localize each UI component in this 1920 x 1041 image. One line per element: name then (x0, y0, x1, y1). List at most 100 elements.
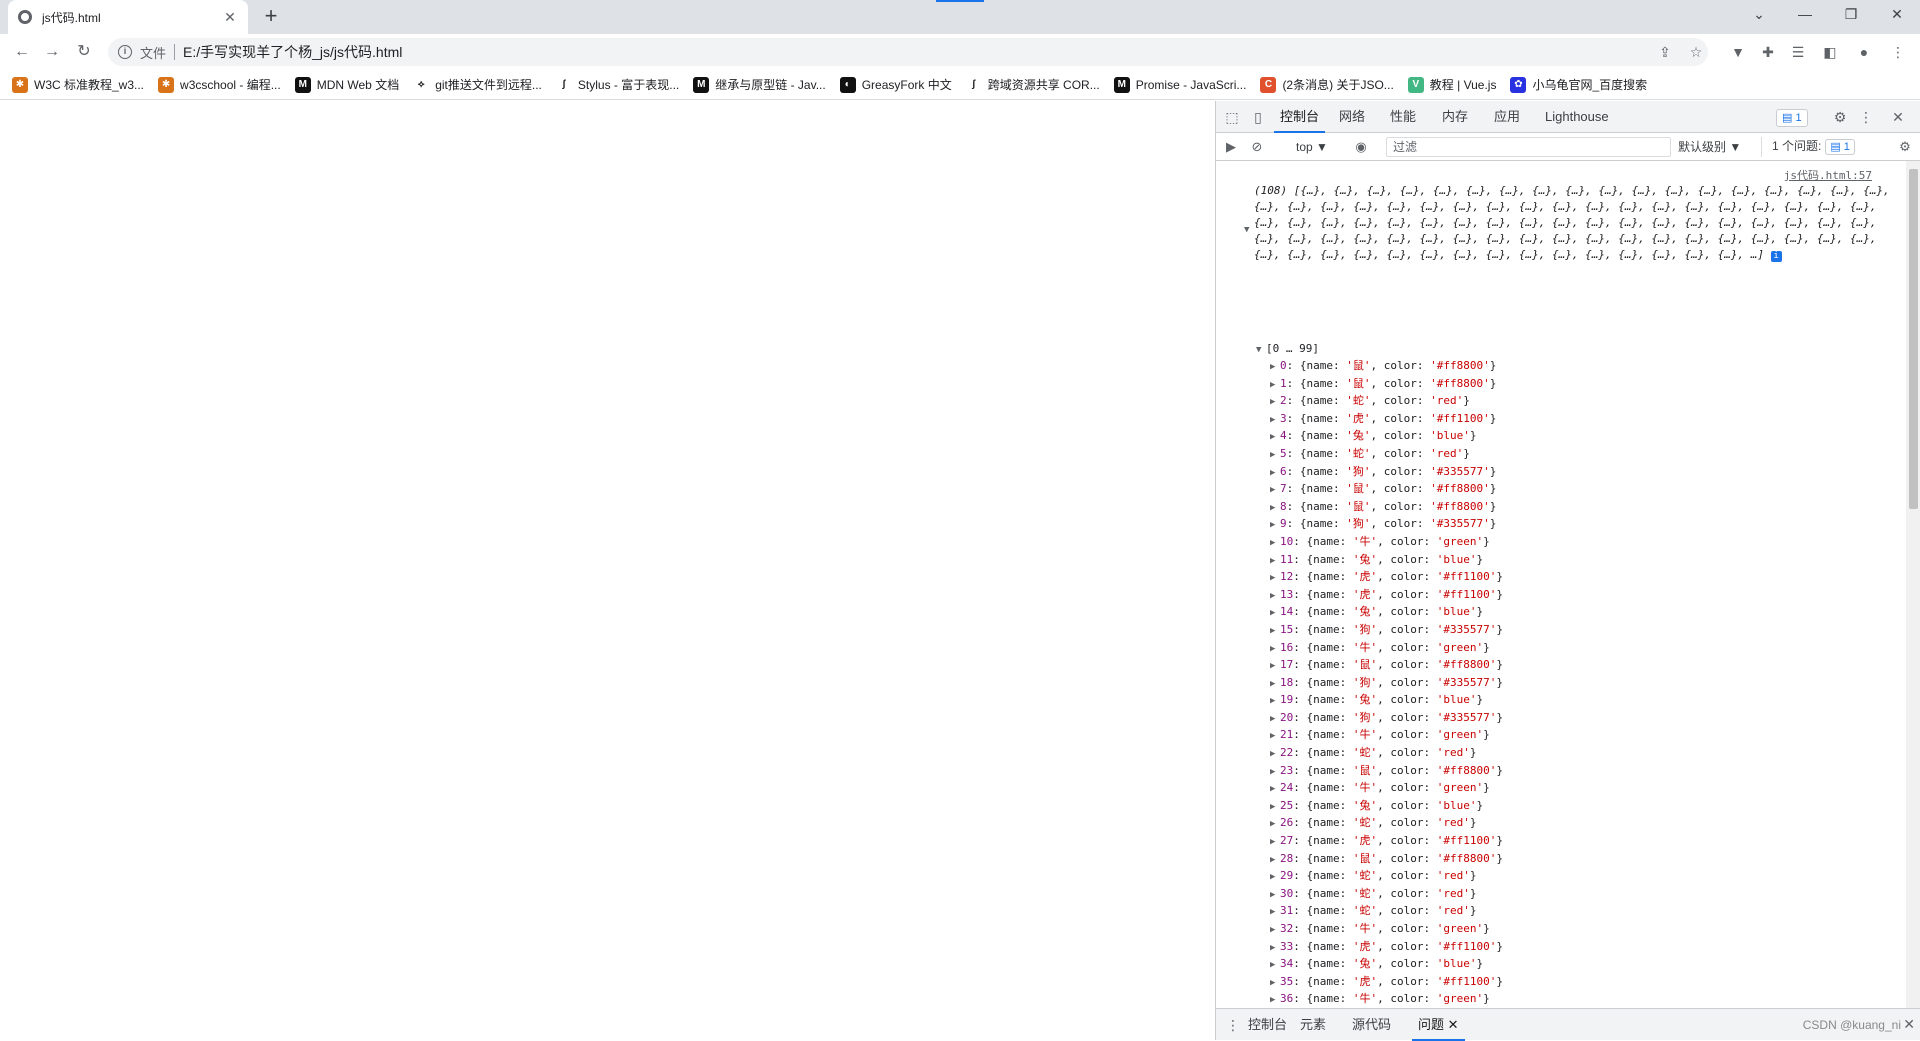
console-settings-gear-icon[interactable]: ⚙ (1896, 138, 1914, 156)
array-item-row[interactable]: ▶24: {name: '牛', color: 'green'} (1270, 779, 1503, 797)
bookmark-item[interactable]: MPromise - JavaScri... (1114, 77, 1247, 93)
new-tab-button[interactable]: + (258, 4, 284, 30)
issues-counter[interactable]: 1 个问题:▤ 1 (1761, 137, 1855, 157)
drawer-menu-icon[interactable]: ⋮ (1226, 1017, 1240, 1034)
bookmark-star-icon[interactable]: ☆ (1686, 42, 1706, 62)
bookmark-item[interactable]: M继承与原型链 - Jav... (693, 76, 825, 93)
log-level-select[interactable]: 默认级别 ▼ (1678, 137, 1741, 157)
profile-avatar-icon[interactable]: ● (1854, 42, 1874, 62)
bookmark-item[interactable]: ◐GreasyFork 中文 (840, 76, 952, 93)
array-item-row[interactable]: ▶12: {name: '虎', color: '#ff1100'} (1270, 568, 1503, 586)
array-item-row[interactable]: ▶34: {name: '兔', color: 'blue'} (1270, 955, 1503, 973)
array-item-row[interactable]: ▶29: {name: '蛇', color: 'red'} (1270, 867, 1503, 885)
bookmark-item[interactable]: ✿小乌龟官网_百度搜索 (1510, 76, 1647, 93)
tab-lighthouse[interactable]: Lighthouse (1539, 101, 1615, 133)
tab-performance[interactable]: 性能 (1384, 101, 1422, 133)
filter-input[interactable]: 过滤 (1386, 137, 1671, 157)
tab-memory[interactable]: 内存 (1436, 101, 1474, 133)
array-range-group[interactable]: ▼[0 … 99] (1256, 341, 1319, 358)
issues-badge[interactable]: ▤ 1 (1776, 109, 1808, 127)
browser-tab[interactable]: js代码.html ✕ (8, 0, 248, 34)
array-item-row[interactable]: ▶5: {name: '蛇', color: 'red'} (1270, 445, 1503, 463)
array-item-row[interactable]: ▶7: {name: '鼠', color: '#ff8800'} (1270, 480, 1503, 498)
tab-application[interactable]: 应用 (1488, 101, 1526, 133)
array-item-row[interactable]: ▶25: {name: '兔', color: 'blue'} (1270, 797, 1503, 815)
tab-search-icon[interactable]: ⌄ (1736, 0, 1782, 28)
drawer-close-icon[interactable]: ✕ (1903, 1016, 1915, 1033)
device-toolbar-icon[interactable]: ▯ (1248, 107, 1268, 127)
side-panel-icon[interactable]: ◧ (1820, 42, 1840, 62)
vue-devtools-icon[interactable]: ▼ (1728, 42, 1748, 62)
bookmark-item[interactable]: ʃStylus - 富于表现... (556, 76, 679, 93)
array-item-row[interactable]: ▶0: {name: '鼠', color: '#ff8800'} (1270, 357, 1503, 375)
array-item-row[interactable]: ▶30: {name: '蛇', color: 'red'} (1270, 885, 1503, 903)
tab-console[interactable]: 控制台 (1274, 101, 1325, 133)
drawer-tab-console[interactable]: 控制台 (1242, 1009, 1293, 1041)
array-item-row[interactable]: ▶32: {name: '牛', color: 'green'} (1270, 920, 1503, 938)
array-item-row[interactable]: ▶22: {name: '蛇', color: 'red'} (1270, 744, 1503, 762)
share-icon[interactable]: ⇪ (1655, 42, 1675, 62)
bookmark-item[interactable]: ✱W3C 标准教程_w3... (12, 76, 144, 93)
reading-list-icon[interactable]: ☰ (1788, 42, 1808, 62)
array-item-row[interactable]: ▶20: {name: '狗', color: '#335577'} (1270, 709, 1503, 727)
array-item-row[interactable]: ▶23: {name: '鼠', color: '#ff8800'} (1270, 762, 1503, 780)
forward-icon[interactable]: → (40, 40, 64, 64)
url-text[interactable]: E:/手写实现羊了个杨_js/js代码.html (183, 42, 402, 62)
array-item-row[interactable]: ▶35: {name: '虎', color: '#ff1100'} (1270, 973, 1503, 991)
array-item-row[interactable]: ▶3: {name: '虎', color: '#ff1100'} (1270, 410, 1503, 428)
array-item-row[interactable]: ▶1: {name: '鼠', color: '#ff8800'} (1270, 375, 1503, 393)
restore-button[interactable]: ❐ (1828, 0, 1874, 28)
context-select[interactable]: top ▼ (1292, 137, 1332, 157)
array-item-row[interactable]: ▶31: {name: '蛇', color: 'red'} (1270, 902, 1503, 920)
array-item-row[interactable]: ▶18: {name: '狗', color: '#335577'} (1270, 674, 1503, 692)
drawer-tab-sources[interactable]: 源代码 (1346, 1009, 1397, 1041)
array-item-row[interactable]: ▶10: {name: '牛', color: 'green'} (1270, 533, 1503, 551)
menu-icon[interactable]: ⋮ (1888, 42, 1908, 62)
array-item-row[interactable]: ▶33: {name: '虎', color: '#ff1100'} (1270, 938, 1503, 956)
bookmark-item[interactable]: ⟡git推送文件到远程... (413, 76, 542, 93)
settings-gear-icon[interactable]: ⚙ (1830, 107, 1850, 127)
array-item-row[interactable]: ▶19: {name: '兔', color: 'blue'} (1270, 691, 1503, 709)
console-scrollbar[interactable] (1906, 161, 1920, 1008)
devtools-menu-icon[interactable]: ⋮ (1856, 107, 1876, 127)
array-item-row[interactable]: ▶4: {name: '兔', color: 'blue'} (1270, 427, 1503, 445)
sidebar-toggle-icon[interactable]: ▶ (1222, 138, 1240, 156)
array-item-row[interactable]: ▶27: {name: '虎', color: '#ff1100'} (1270, 832, 1503, 850)
drawer-tab-issues[interactable]: 问题 ✕ (1412, 1009, 1465, 1041)
extensions-icon[interactable]: ✚ (1758, 42, 1778, 62)
devtools-close-icon[interactable]: ✕ (1888, 107, 1908, 127)
reload-icon[interactable]: ↻ (72, 40, 96, 64)
close-window-button[interactable]: ✕ (1874, 0, 1920, 28)
array-item-row[interactable]: ▶28: {name: '鼠', color: '#ff8800'} (1270, 850, 1503, 868)
live-expression-eye-icon[interactable]: ◉ (1352, 138, 1370, 156)
array-item-row[interactable]: ▶14: {name: '兔', color: 'blue'} (1270, 603, 1503, 621)
bookmark-item[interactable]: ʃ跨域资源共享 COR... (966, 76, 1100, 93)
minimize-button[interactable]: — (1782, 0, 1828, 28)
array-item-row[interactable]: ▶21: {name: '牛', color: 'green'} (1270, 726, 1503, 744)
scrollbar-thumb[interactable] (1909, 169, 1918, 509)
array-item-row[interactable]: ▶26: {name: '蛇', color: 'red'} (1270, 814, 1503, 832)
bookmark-item[interactable]: C(2条消息) 关于JSO... (1260, 76, 1393, 93)
array-item-row[interactable]: ▶13: {name: '虎', color: '#ff1100'} (1270, 586, 1503, 604)
array-item-row[interactable]: ▶8: {name: '鼠', color: '#ff8800'} (1270, 498, 1503, 516)
array-item-row[interactable]: ▶16: {name: '牛', color: 'green'} (1270, 639, 1503, 657)
array-summary[interactable]: (108) [{…}, {…}, {…}, {…}, {…}, {…}, {…}… (1254, 183, 1894, 263)
inspect-element-icon[interactable]: ⬚ (1222, 107, 1242, 127)
array-item-row[interactable]: ▶2: {name: '蛇', color: 'red'} (1270, 392, 1503, 410)
address-bar[interactable]: i 文件 E:/手写实现羊了个杨_js/js代码.html (108, 38, 1708, 66)
array-item-row[interactable]: ▶6: {name: '狗', color: '#335577'} (1270, 463, 1503, 481)
array-item-row[interactable]: ▶11: {name: '兔', color: 'blue'} (1270, 551, 1503, 569)
bookmark-item[interactable]: MMDN Web 文档 (295, 76, 399, 93)
back-icon[interactable]: ← (10, 40, 34, 64)
clear-console-icon[interactable]: ⊘ (1248, 138, 1266, 156)
tab-network[interactable]: 网络 (1333, 101, 1371, 133)
array-item-row[interactable]: ▶15: {name: '狗', color: '#335577'} (1270, 621, 1503, 639)
info-icon[interactable]: i (118, 45, 132, 59)
bookmark-item[interactable]: ✱w3cschool - 编程... (158, 76, 281, 93)
array-item-row[interactable]: ▶36: {name: '牛', color: 'green'} (1270, 990, 1503, 1008)
bookmark-item[interactable]: V教程 | Vue.js (1408, 76, 1497, 93)
array-item-row[interactable]: ▶17: {name: '鼠', color: '#ff8800'} (1270, 656, 1503, 674)
tab-close-icon[interactable]: ✕ (222, 9, 238, 26)
source-link[interactable]: js代码.html:57 (1784, 167, 1872, 183)
drawer-tab-elements[interactable]: 元素 (1294, 1009, 1332, 1041)
